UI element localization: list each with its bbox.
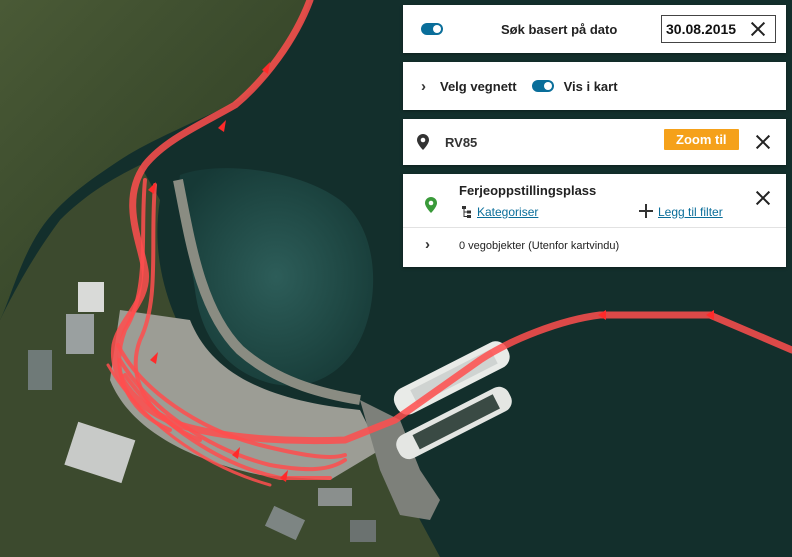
object-type-panel: Ferjeoppstillingsplass Kategoriser Legg … <box>403 174 786 267</box>
zoom-to-button[interactable]: Zoom til <box>664 129 739 150</box>
categorize-link[interactable]: Kategoriser <box>477 205 538 219</box>
date-toggle-icon[interactable] <box>421 23 443 35</box>
show-on-map-toggle-icon[interactable] <box>531 80 554 92</box>
date-value: 30.08.2015 <box>666 21 737 37</box>
date-search-panel: Søk basert på dato 30.08.2015 <box>403 5 786 53</box>
building <box>66 314 94 354</box>
plus-icon[interactable] <box>639 204 653 218</box>
remove-object-type-close-icon[interactable] <box>752 187 774 209</box>
add-filter-link[interactable]: Legg til filter <box>658 205 723 219</box>
location-pin-icon <box>417 134 429 150</box>
hierarchy-icon <box>462 206 471 218</box>
divider <box>403 227 786 228</box>
chevron-right-icon[interactable]: › <box>425 236 430 253</box>
road-name: RV85 <box>445 134 478 150</box>
clear-date-close-icon[interactable] <box>747 18 769 40</box>
building <box>318 488 352 506</box>
building <box>350 520 376 542</box>
date-search-label: Søk basert på dato <box>501 21 618 37</box>
show-on-map-label: Vis i kart <box>563 78 618 94</box>
date-field[interactable]: 30.08.2015 <box>661 15 776 43</box>
network-panel: › Velg vegnett Vis i kart <box>403 62 786 110</box>
select-network-label[interactable]: Velg vegnett <box>440 79 517 94</box>
road-panel: RV85 Zoom til <box>403 119 786 165</box>
building <box>78 282 104 312</box>
chevron-right-icon[interactable]: › <box>421 78 426 95</box>
object-count: 0 vegobjekter (Utenfor kartvindu) <box>459 240 620 252</box>
remove-road-close-icon[interactable] <box>752 131 774 153</box>
location-pin-icon <box>425 197 437 213</box>
building <box>28 350 52 390</box>
object-type-name: Ferjeoppstillingsplass <box>459 183 597 198</box>
